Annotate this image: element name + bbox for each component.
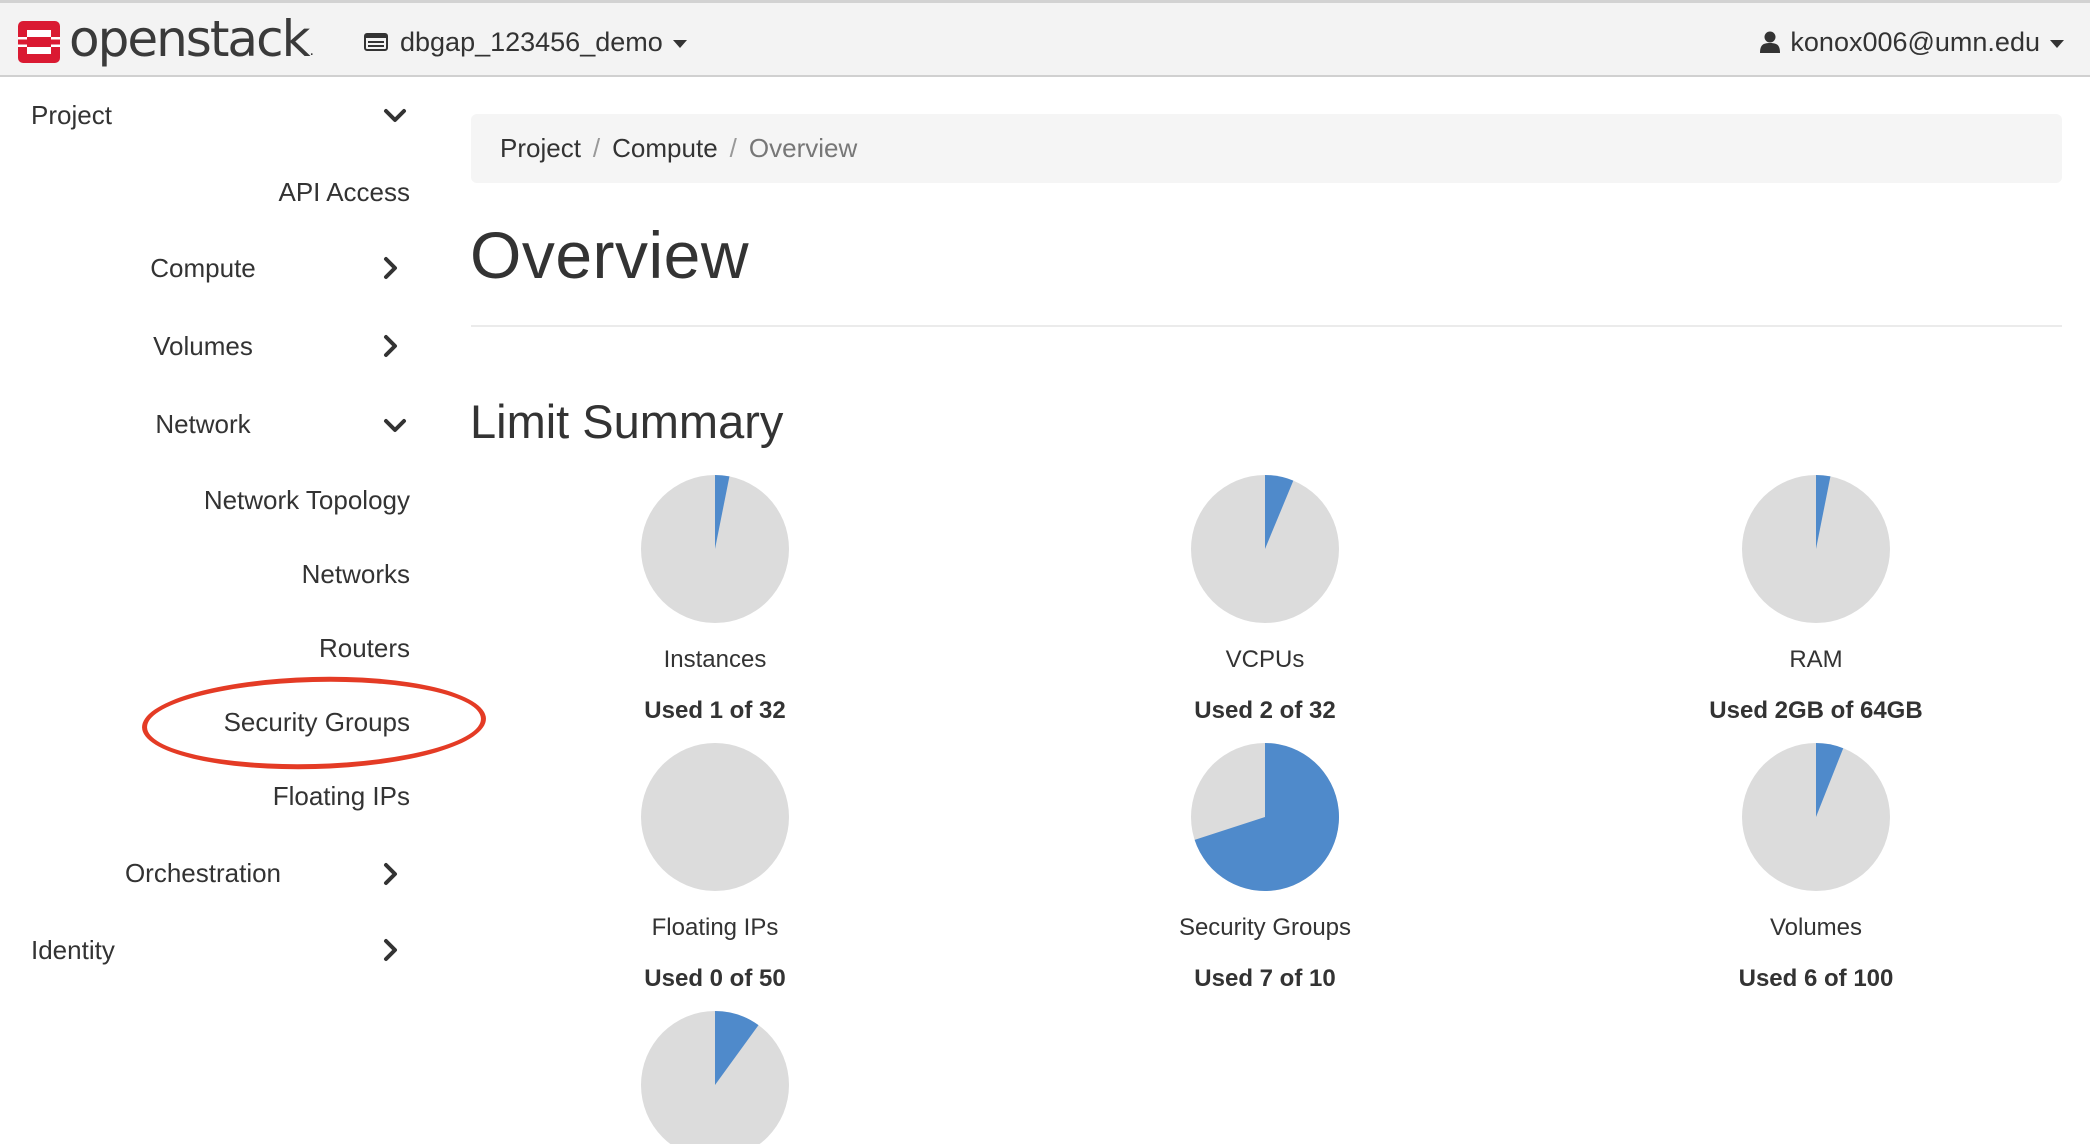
brand-mark: . bbox=[309, 42, 314, 59]
pie-usage-text: Used 0 of 50 bbox=[644, 964, 786, 992]
limit-pie-chart: Security Groups Used 7 of 10 bbox=[1065, 742, 1465, 994]
breadcrumb: Project / Compute / Overview bbox=[471, 114, 2062, 183]
pie-label: Volumes bbox=[1769, 914, 1863, 941]
pie-label: RAM bbox=[1789, 646, 1843, 673]
sidebar-item-volumes[interactable]: Volumes bbox=[73, 333, 333, 359]
pie-slice-free bbox=[641, 743, 789, 891]
sidebar-item-project[interactable]: Project bbox=[31, 102, 112, 128]
limit-pie-chart bbox=[515, 1010, 915, 1144]
chevron-down-icon[interactable] bbox=[383, 108, 407, 124]
sidebar-item-routers[interactable]: Routers bbox=[319, 635, 410, 661]
user-icon bbox=[1760, 31, 1781, 53]
sidebar-item-compute[interactable]: Compute bbox=[73, 255, 333, 281]
user-menu[interactable]: konox006@umn.edu bbox=[1760, 23, 2064, 61]
pie-usage-text: Used 2GB of 64GB bbox=[1709, 696, 1923, 724]
pie-svg bbox=[1191, 743, 1339, 891]
sidebar-item-network-topology[interactable]: Network Topology bbox=[204, 487, 410, 513]
sidebar-item-floating-ips[interactable]: Floating IPs bbox=[273, 783, 410, 809]
openstack-logo[interactable]: openstack . bbox=[18, 10, 314, 69]
top-navbar: openstack . dbgap_123456_demo konox006@u… bbox=[0, 0, 2090, 77]
pie-svg bbox=[1742, 475, 1890, 623]
project-list-icon bbox=[364, 33, 388, 51]
pie-label: Instances bbox=[663, 646, 767, 673]
limit-pie-chart: Volumes Used 6 of 100 bbox=[1616, 742, 2016, 994]
limit-pie-chart: Instances Used 1 of 32 bbox=[515, 474, 915, 726]
openstack-logo-icon bbox=[18, 21, 60, 63]
pie-svg bbox=[641, 475, 789, 623]
project-name: dbgap_123456_demo bbox=[400, 26, 663, 57]
breadcrumb-separator: / bbox=[729, 133, 737, 163]
chevron-right-icon[interactable] bbox=[383, 938, 399, 962]
pie-usage-text: Used 2 of 32 bbox=[1194, 696, 1336, 724]
sidebar-item-identity[interactable]: Identity bbox=[31, 937, 115, 963]
pie-usage-text: Used 7 of 10 bbox=[1194, 964, 1336, 992]
sidebar-item-network[interactable]: Network bbox=[73, 411, 333, 437]
sidebar-item-api-access[interactable]: API Access bbox=[279, 179, 411, 205]
limit-summary-title: Limit Summary bbox=[470, 395, 784, 448]
chevron-right-icon[interactable] bbox=[383, 862, 399, 886]
pie-svg bbox=[641, 1011, 789, 1144]
limit-pie-chart: Floating IPs Used 0 of 50 bbox=[515, 742, 915, 994]
breadcrumb-compute[interactable]: Compute bbox=[612, 133, 718, 164]
page-title: Overview bbox=[470, 218, 750, 292]
pie-usage-text: Used 1 of 32 bbox=[644, 696, 786, 724]
sidebar: Project API Access Compute Volumes Netwo… bbox=[0, 77, 420, 1144]
caret-down-icon bbox=[672, 39, 687, 48]
pie-svg bbox=[641, 743, 789, 891]
project-selector[interactable]: dbgap_123456_demo bbox=[364, 23, 687, 61]
caret-down-icon bbox=[2050, 39, 2064, 48]
brand-name: openstack bbox=[69, 10, 311, 68]
sidebar-item-networks[interactable]: Networks bbox=[302, 561, 410, 587]
breadcrumb-overview: Overview bbox=[748, 133, 858, 163]
sidebar-item-orchestration[interactable]: Orchestration bbox=[73, 860, 333, 886]
breadcrumb-separator: / bbox=[592, 133, 601, 163]
pie-usage-text: Used 6 of 100 bbox=[1738, 964, 1894, 992]
pie-label: Floating IPs bbox=[651, 914, 779, 941]
title-divider bbox=[471, 325, 2062, 327]
breadcrumb-project[interactable]: Project bbox=[500, 133, 581, 164]
user-name: konox006@umn.edu bbox=[1790, 26, 2040, 57]
chevron-down-icon[interactable] bbox=[383, 418, 407, 434]
limit-pie-chart: RAM Used 2GB of 64GB bbox=[1616, 474, 2016, 726]
chevron-right-icon[interactable] bbox=[383, 334, 399, 358]
pie-svg bbox=[1742, 743, 1890, 891]
limit-pie-chart: VCPUs Used 2 of 32 bbox=[1065, 474, 1465, 726]
chevron-right-icon[interactable] bbox=[383, 256, 399, 280]
pie-svg bbox=[1191, 475, 1339, 623]
pie-label: VCPUs bbox=[1225, 646, 1305, 673]
pie-label: Security Groups bbox=[1178, 914, 1352, 941]
